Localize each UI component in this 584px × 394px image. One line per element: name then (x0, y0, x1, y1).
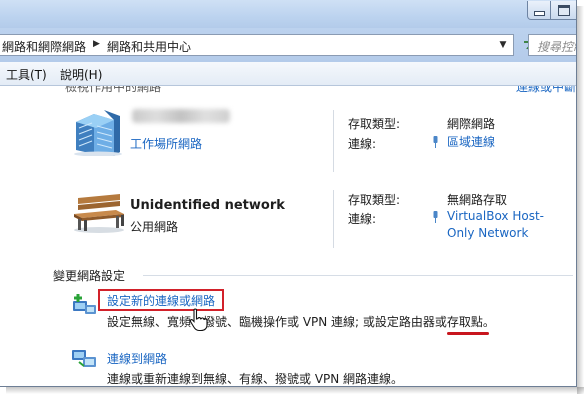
access-type-label: 存取類型: (348, 117, 401, 131)
title-bar (0, 0, 576, 28)
control-panel-window: 網路和網際網路 ▶ 網路和共用中心 ▼ 搜尋控制台 工具(T) 說明(H) 檢視… (0, 0, 577, 387)
park-bench-icon (74, 194, 124, 233)
menu-help[interactable]: 說明(H) (60, 66, 102, 83)
ethernet-plug-icon (433, 136, 438, 148)
breadcrumb-network-internet[interactable]: 網路和網際網路 (2, 38, 86, 55)
connection-label: 連線: (348, 137, 377, 151)
access-type-value: 網際網路 (447, 117, 496, 131)
maximize-button[interactable] (551, 1, 576, 20)
network-name-redacted (132, 109, 230, 123)
hand-cursor-icon (189, 308, 208, 332)
minimize-button[interactable] (527, 1, 551, 20)
address-bar[interactable]: 網路和網際網路 ▶ 網路和共用中心 ▼ (0, 34, 514, 56)
breadcrumb-network-sharing-center[interactable]: 網路和共用中心 (107, 38, 191, 55)
connect-to-network-link[interactable]: 連線到網路 (107, 350, 167, 367)
address-dropdown-icon[interactable]: ▼ (496, 37, 510, 53)
menu-tools[interactable]: 工具(T) (6, 66, 47, 83)
active-networks-heading: 檢視作用中的網路 (65, 86, 162, 94)
network-divider (333, 110, 334, 172)
office-building-icon (74, 110, 122, 156)
ethernet-plug-icon (433, 211, 438, 223)
change-settings-heading: 變更網路設定 (53, 269, 126, 283)
maximize-icon (557, 4, 570, 16)
breadcrumb-separator-icon[interactable]: ▶ (93, 39, 100, 49)
network-category-public: 公用網路 (130, 220, 179, 234)
connect-to-network-description: 連線或重新連線到無線、有線、撥號或 VPN 網路連線。 (107, 372, 404, 386)
address-row: 網路和網際網路 ▶ 網路和共用中心 ▼ 搜尋控制台 (0, 28, 576, 62)
window-shadow-right (577, 6, 584, 394)
connect-disconnect-link[interactable]: 連線或中斷連線 (516, 86, 576, 95)
network-category-work-link[interactable]: 工作場所網路 (130, 135, 202, 152)
window-shadow-bottom (6, 387, 584, 394)
local-area-connection-link[interactable]: 區域連線 (447, 134, 495, 151)
setup-new-connection-description: 設定無線、寬頻、撥號、臨機操作或 VPN 連線; 或設定路由器或存取點。 (107, 315, 495, 329)
access-type-label: 存取類型: (348, 193, 401, 207)
access-point-underline (447, 332, 489, 335)
access-type-value: 無網路存取 (447, 193, 508, 207)
search-placeholder: 搜尋控制台 (537, 40, 576, 54)
connect-network-icon (72, 350, 96, 367)
minimize-icon (533, 10, 545, 16)
search-input[interactable]: 搜尋控制台 (528, 34, 576, 56)
section-divider (143, 275, 573, 276)
virtualbox-host-only-link[interactable]: VirtualBox Host-Only Network (447, 208, 569, 242)
new-connection-icon (73, 294, 96, 314)
network-name-unidentified: Unidentified network (130, 198, 285, 213)
connection-label: 連線: (348, 212, 377, 226)
menu-bar: 工具(T) 說明(H) (0, 62, 576, 86)
main-content: 檢視作用中的網路 連線或中斷連線 工作場所網路 存取類型: 網 (0, 86, 576, 386)
network-divider (333, 190, 334, 248)
